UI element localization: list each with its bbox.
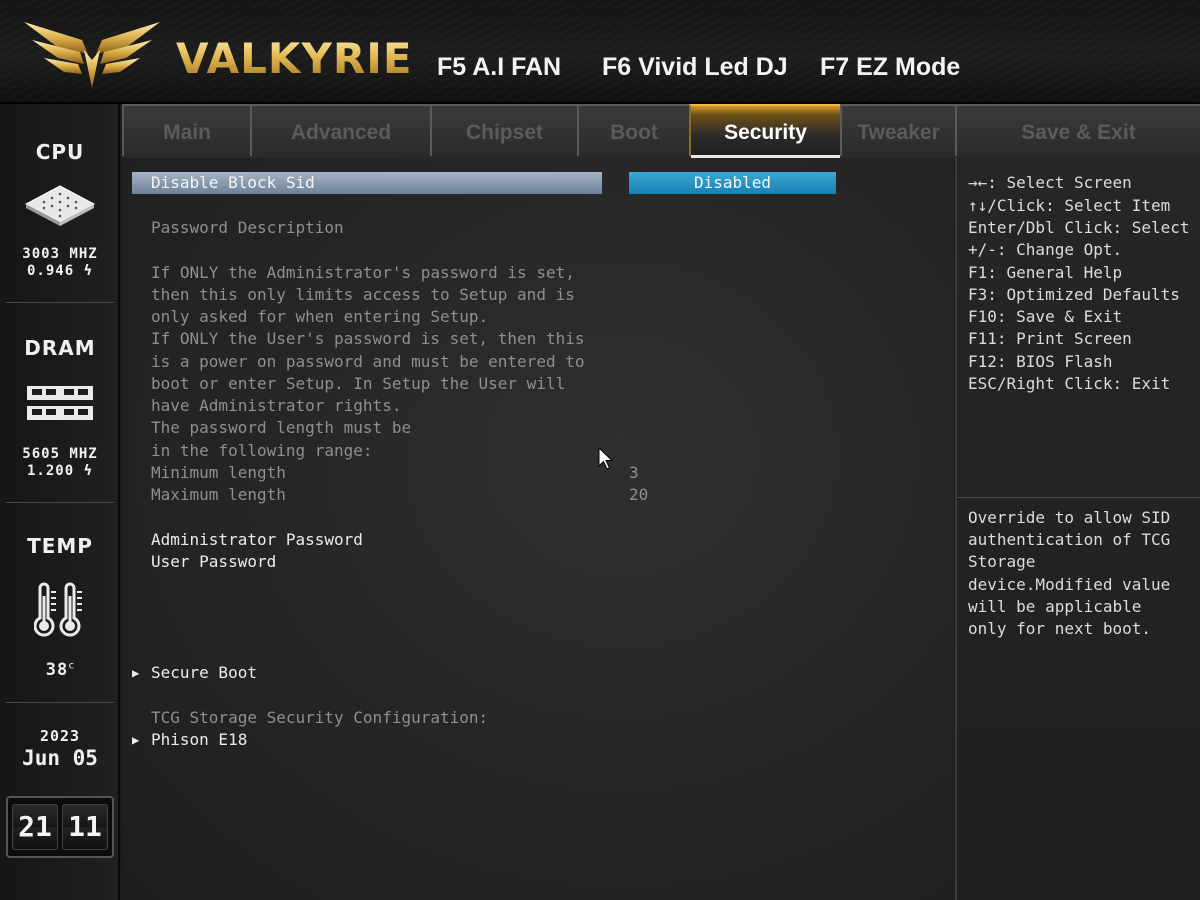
description-line: only asked for when entering Setup.	[151, 307, 489, 326]
valkyrie-logo-text: VALKYRIE	[176, 34, 413, 83]
description-line: have Administrator rights.	[151, 396, 402, 415]
description-line: If ONLY the Administrator's password is …	[151, 263, 575, 282]
description-line: boot or enter Setup. In Setup the User w…	[151, 374, 566, 393]
clock-minutes: 11	[62, 804, 108, 850]
bios-header: VALKYRIE F5 A.I FAN F6 Vivid Led DJ F7 E…	[0, 0, 1200, 104]
mouse-pointer-icon	[598, 447, 614, 470]
dram-voltage: 1.200	[26, 463, 75, 479]
security-settings-panel: Disable Block Sid Disabled Password Desc…	[122, 158, 954, 900]
cpu-voltage: 0.946	[26, 263, 75, 279]
temp-title: TEMP	[27, 534, 93, 558]
submenu-arrow-icon: ▶	[132, 733, 140, 747]
help-divider	[957, 497, 1200, 498]
description-line: If ONLY the User's password is set, then…	[151, 329, 585, 348]
help-key-line: +/-: Change Opt.	[968, 240, 1123, 259]
help-description-line: will be applicable	[968, 597, 1142, 616]
help-description-line: Storage	[968, 552, 1036, 571]
minimum-length-label: Minimum length	[151, 463, 286, 482]
help-description-line: only for next boot.	[968, 619, 1152, 638]
date-section: 2023 Jun 05	[0, 728, 120, 771]
date-year: 2023	[39, 727, 81, 745]
valkyrie-wings-logo-icon	[24, 22, 160, 88]
temperature-value: 38	[45, 660, 69, 680]
secure-boot-label: Secure Boot	[151, 663, 257, 682]
help-key-line: ESC/Right Click: Exit	[968, 374, 1171, 393]
help-key-line: F12: BIOS Flash	[968, 352, 1113, 371]
description-line: then this only limits access to Setup an…	[151, 285, 575, 304]
hardware-monitor-sidebar: CPU 3003 MHZ 0.946 ϟ DRAM 5605 MHZ 1.200…	[0, 104, 120, 900]
maximum-length-value: 20	[629, 485, 649, 504]
tcg-storage-title: TCG Storage Security Configuration:	[151, 708, 489, 727]
maximum-length-label: Maximum length	[151, 485, 286, 504]
phison-e18-label: Phison E18	[151, 730, 248, 749]
cpu-chip-icon	[24, 185, 96, 226]
submenu-arrow-icon: ▶	[132, 666, 140, 680]
help-description-line: device.Modified value	[968, 575, 1171, 594]
tab-chipset[interactable]: Chipset	[430, 104, 577, 156]
description-line: The password length must be	[151, 418, 412, 437]
tab-save-exit[interactable]: Save & Exit	[955, 104, 1200, 156]
temperature-unit: c	[68, 660, 75, 672]
description-line: in the following range:	[151, 441, 373, 460]
help-description-line: Override to allow SID	[968, 508, 1171, 527]
tab-tweaker[interactable]: Tweaker	[840, 104, 955, 156]
description-line: is a power on password and must be enter…	[151, 352, 585, 371]
help-description-line: authentication of TCG	[968, 530, 1171, 549]
minimum-length-value: 3	[629, 463, 639, 482]
password-description-title: Password Description	[151, 218, 344, 237]
voltage-bolt-icon: ϟ	[83, 263, 94, 279]
sidebar-divider	[6, 502, 114, 503]
sidebar-divider	[6, 702, 114, 703]
help-key-line: Enter/Dbl Click: Select	[968, 218, 1190, 237]
cpu-section: CPU	[0, 140, 120, 164]
main-tab-bar: Main Advanced Chipset Boot Security Twea…	[122, 104, 1200, 158]
date-day: Jun 05	[22, 746, 98, 770]
help-key-line: →←: Select Screen	[968, 173, 1132, 192]
tab-security[interactable]: Security	[689, 104, 840, 158]
sidebar-divider	[6, 302, 114, 303]
disable-block-sid-item[interactable]: Disable Block Sid	[132, 172, 602, 194]
tab-boot[interactable]: Boot	[577, 104, 689, 156]
user-password-item[interactable]: User Password	[151, 551, 276, 573]
help-panel: →←: Select Screen ↑↓/Click: Select Item …	[955, 158, 1200, 900]
help-key-line: F3: Optimized Defaults	[968, 285, 1180, 304]
temp-section: TEMP	[0, 534, 120, 558]
clock-hours: 21	[12, 804, 58, 850]
hotkey-vivid-led-dj[interactable]: F6 Vivid Led DJ	[602, 48, 788, 86]
help-key-line: F10: Save & Exit	[968, 307, 1123, 326]
hotkey-ez-mode[interactable]: F7 EZ Mode	[820, 48, 960, 86]
help-key-line: F1: General Help	[968, 263, 1123, 282]
administrator-password-item[interactable]: Administrator Password	[151, 529, 363, 551]
help-key-line: F11: Print Screen	[968, 329, 1132, 348]
cpu-title: CPU	[35, 140, 85, 164]
flip-clock: 21 11	[6, 796, 114, 858]
dram-module-icon	[27, 386, 93, 420]
secure-boot-item[interactable]: ▶ Secure Boot	[132, 662, 257, 684]
thermometer-icon	[34, 582, 82, 637]
cpu-frequency: 3003 MHZ	[22, 246, 98, 262]
help-key-line: ↑↓/Click: Select Item	[968, 196, 1171, 215]
dram-title: DRAM	[24, 336, 96, 360]
dram-section: DRAM	[0, 336, 120, 360]
tab-main[interactable]: Main	[122, 104, 250, 156]
hotkey-ai-fan[interactable]: F5 A.I FAN	[437, 48, 561, 86]
tab-advanced[interactable]: Advanced	[250, 104, 430, 156]
phison-e18-item[interactable]: ▶ Phison E18	[132, 729, 247, 751]
disable-block-sid-value[interactable]: Disabled	[629, 172, 836, 194]
dram-frequency: 5605 MHZ	[22, 446, 98, 462]
voltage-bolt-icon: ϟ	[83, 463, 94, 479]
